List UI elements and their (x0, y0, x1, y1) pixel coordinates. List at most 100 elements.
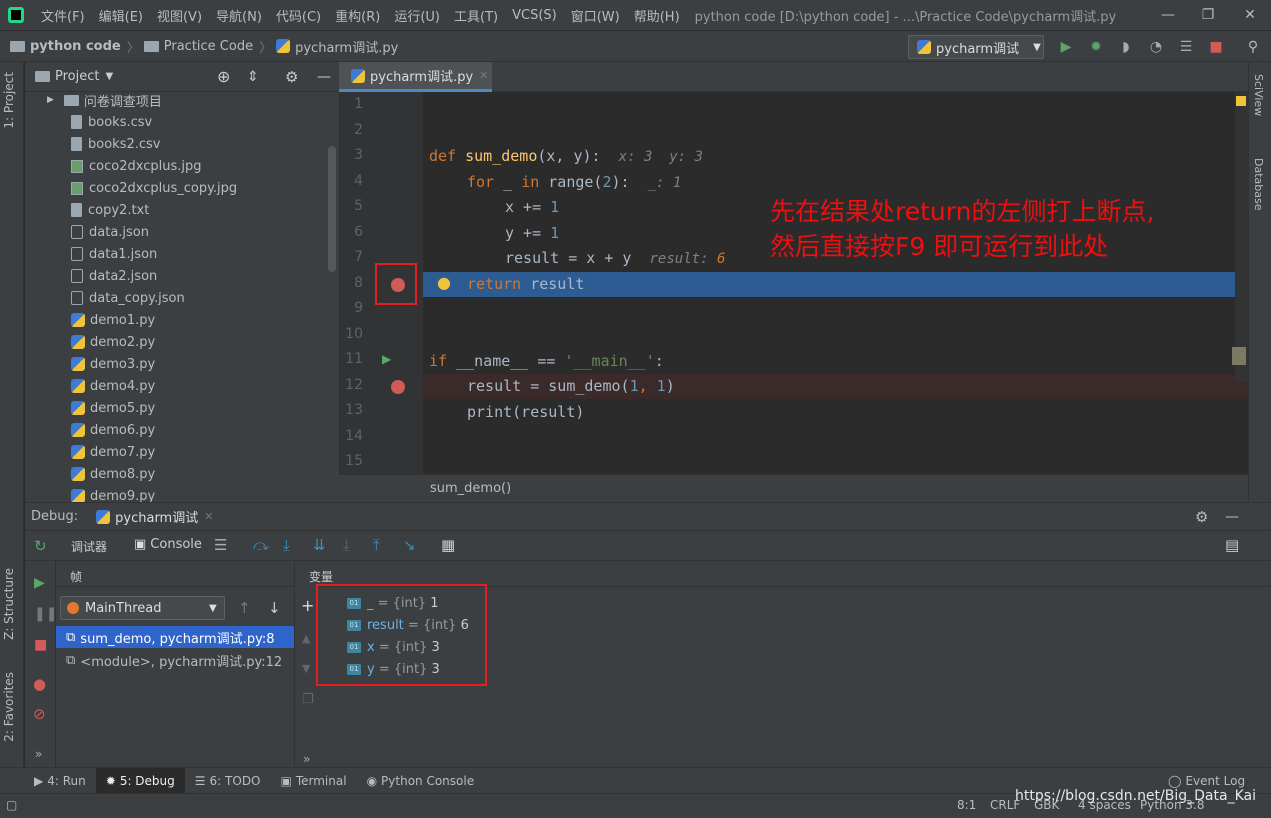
tree-file-item[interactable]: demo4.py (71, 375, 155, 397)
tab-debugger[interactable]: 调试器 (71, 538, 107, 555)
code-line-12[interactable]: result = sum_demo(1, 1) (467, 374, 675, 399)
tree-file-item[interactable]: coco2dxcplus.jpg (71, 155, 201, 177)
locate-icon[interactable]: ⊕ (217, 67, 230, 86)
tree-file-item[interactable]: data2.json (71, 265, 157, 287)
gear-icon[interactable]: ⚙ (1195, 508, 1208, 526)
tree-file-item[interactable]: data_copy.json (71, 287, 185, 309)
search-icon[interactable]: ⚲ (1244, 38, 1262, 56)
project-scrollbar[interactable] (328, 146, 336, 272)
minimize-icon[interactable]: — (1150, 0, 1186, 30)
evaluate-expression-icon[interactable]: ▦ (441, 536, 455, 554)
expand-arrow-icon[interactable]: ▶ (47, 95, 54, 105)
collapse-all-icon[interactable]: ⇕ (247, 69, 259, 85)
step-out-icon[interactable]: ⤒ (373, 536, 380, 554)
breadcrumb-file[interactable]: pycharm调试.py (276, 37, 398, 56)
tab-python-console[interactable]: ◉ Python Console (357, 768, 485, 794)
resume-icon[interactable]: ▶ (34, 575, 45, 591)
intention-bulb-icon[interactable]: ● (437, 273, 451, 292)
tab-terminal[interactable]: ▣ Terminal (271, 768, 357, 794)
step-over-icon[interactable]: ⤼ (253, 536, 269, 554)
tree-file-item[interactable]: data1.json (71, 243, 157, 265)
code-line-4[interactable]: for _ in range(2): _: 1 (467, 170, 681, 195)
profile-icon[interactable]: ◔ (1147, 38, 1165, 56)
editor-scroll-thumb[interactable] (1232, 347, 1246, 365)
run-gutter-icon[interactable]: ▶ (382, 352, 391, 366)
frame-item[interactable]: ⧉ sum_demo, pycharm调试.py:8 (56, 626, 294, 648)
status-toggle-icon[interactable]: ▢ (6, 798, 17, 812)
previous-frame-icon[interactable]: ↑ (238, 599, 251, 617)
warning-indicator-icon[interactable] (1236, 96, 1246, 106)
step-into-icon[interactable]: ⤓ (283, 536, 290, 554)
frame-item[interactable]: ⧉ <module>, pycharm调试.py:12 (56, 649, 294, 671)
menu-refactor[interactable]: 重构(R) (328, 6, 387, 25)
code-line-6[interactable]: y += 1 (505, 221, 559, 246)
debug-session-tab[interactable]: pycharm调试 ✕ (96, 507, 213, 526)
mute-breakpoints-icon[interactable]: ⊘ (33, 705, 46, 723)
tab-project[interactable]: 1: Project (2, 72, 16, 129)
tree-file-item[interactable]: demo2.py (71, 331, 155, 353)
breakpoint-icon[interactable] (391, 380, 405, 394)
more-icon[interactable]: » (35, 747, 42, 761)
stop-icon[interactable]: ■ (34, 637, 47, 653)
tab-structure[interactable]: Z: Structure (2, 568, 16, 640)
menu-tools[interactable]: 工具(T) (447, 6, 505, 25)
breadcrumb-folder[interactable]: Practice Code 〉 (143, 37, 272, 56)
debug-icon[interactable]: ✹ (1087, 38, 1105, 56)
pause-icon[interactable]: ❚❚ (34, 606, 57, 622)
menu-code[interactable]: 代码(C) (269, 6, 328, 25)
tree-file-item[interactable]: demo8.py (71, 463, 155, 485)
view-breakpoints-icon[interactable]: ● (33, 675, 46, 693)
menu-file[interactable]: 文件(F) (34, 6, 92, 25)
tree-file-item[interactable]: demo3.py (71, 353, 155, 375)
menu-navigate[interactable]: 导航(N) (209, 6, 269, 25)
tab-favorites[interactable]: 2: Favorites (2, 672, 16, 742)
move-up-icon[interactable]: ▲ (302, 632, 310, 645)
tree-file-item[interactable]: demo6.py (71, 419, 155, 441)
close-window-icon[interactable]: ✕ (1232, 0, 1268, 30)
stop-icon[interactable]: ■ (1207, 38, 1225, 56)
chevron-down-icon[interactable]: ▼ (105, 71, 113, 82)
breadcrumb-project[interactable]: python code 〉 (10, 37, 140, 56)
coverage-icon[interactable]: ◗ (1117, 38, 1135, 56)
tree-file-item[interactable]: demo7.py (71, 441, 155, 463)
code-line-11[interactable]: if __name__ == '__main__': (429, 349, 664, 374)
tab-console[interactable]: ▣ Console (134, 537, 202, 552)
menu-view[interactable]: 视图(V) (150, 6, 209, 25)
menu-edit[interactable]: 编辑(E) (92, 6, 150, 25)
caret-position[interactable]: 8:1 (957, 798, 976, 812)
add-watch-icon[interactable]: + (301, 596, 314, 615)
tab-sciview[interactable]: SciView (1252, 74, 1265, 116)
tree-file-item[interactable]: copy2.txt (71, 199, 149, 221)
code-line-3[interactable]: def sum_demo(x, y): x: 3 y: 3 (429, 144, 703, 169)
project-panel-title[interactable]: Project (55, 69, 99, 84)
tree-file-item[interactable]: coco2dxcplus_copy.jpg (71, 177, 237, 199)
menu-vcs[interactable]: VCS(S) (505, 8, 564, 23)
restore-icon[interactable]: ❐ (1190, 0, 1226, 30)
layout-menu-icon[interactable]: ☰ (214, 536, 227, 554)
hide-panel-icon[interactable]: — (1225, 509, 1239, 525)
code-line-13[interactable]: print(result) (467, 400, 584, 425)
tree-file-item[interactable]: demo1.py (71, 309, 155, 331)
code-line-8[interactable]: return result (467, 272, 584, 297)
menu-window[interactable]: 窗口(W) (564, 6, 627, 25)
run-to-cursor-icon[interactable]: ↘ (403, 536, 416, 554)
tab-todo[interactable]: ☰ 6: TODO (185, 768, 271, 794)
tree-file-item[interactable]: books2.csv (71, 133, 160, 155)
move-down-icon[interactable]: ▼ (302, 662, 310, 675)
tab-database[interactable]: Database (1252, 158, 1265, 211)
build-icon[interactable]: ☰ (1177, 38, 1195, 56)
copy-watch-icon[interactable]: ❐ (302, 692, 314, 707)
close-tab-icon[interactable]: ✕ (204, 510, 213, 523)
rerun-icon[interactable]: ↻ (34, 537, 47, 555)
force-step-into-icon[interactable]: ⤓ (343, 536, 350, 554)
code-line-7[interactable]: result = x + y result: 6 (505, 246, 725, 271)
gear-icon[interactable]: ⚙ (285, 68, 298, 86)
thread-select[interactable]: MainThread ▼ (60, 596, 225, 620)
run-icon[interactable]: ▶ (1057, 38, 1075, 56)
editor-breadcrumb[interactable]: sum_demo() (339, 474, 1248, 502)
tree-file-item[interactable]: demo5.py (71, 397, 155, 419)
restore-layout-icon[interactable]: ▤ (1225, 536, 1239, 554)
tree-folder-item[interactable]: ▶ 问卷调查项目 (47, 89, 162, 111)
next-frame-icon[interactable]: ↓ (268, 599, 281, 617)
tab-debug[interactable]: ✹ 5: Debug (95, 767, 185, 794)
